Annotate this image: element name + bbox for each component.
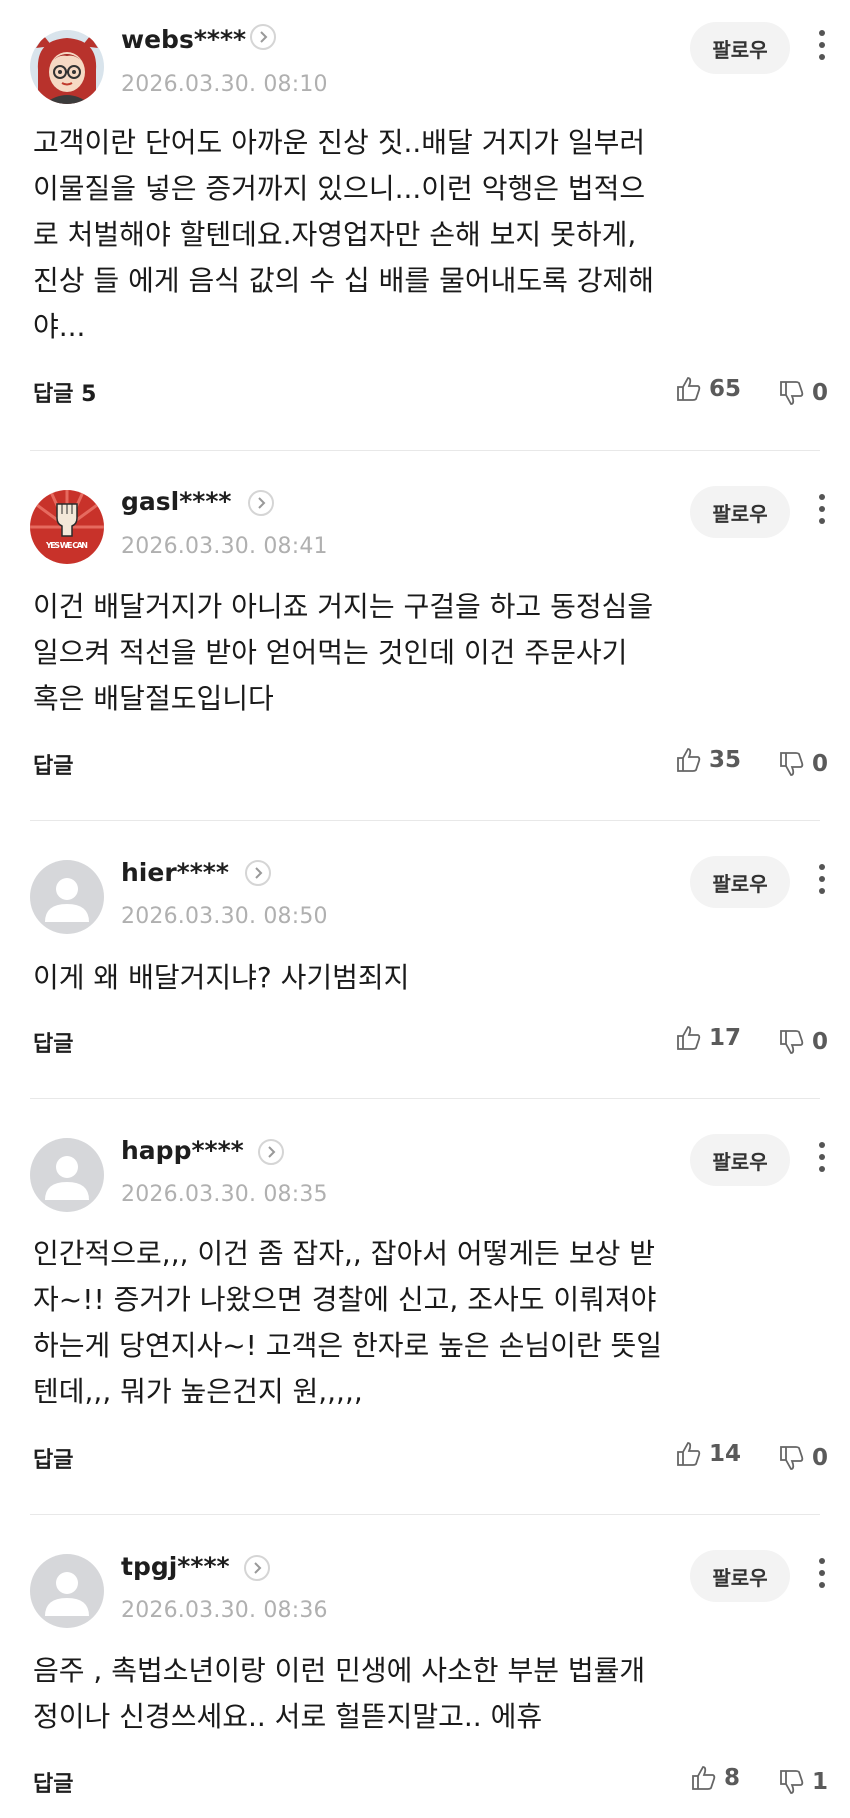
thumbs-up-icon bbox=[677, 377, 701, 401]
username[interactable]: gasl**** bbox=[121, 487, 232, 516]
thumbs-down-icon bbox=[780, 752, 804, 776]
like-button[interactable]: 8 bbox=[690, 1763, 740, 1793]
dislike-button[interactable]: 0 bbox=[778, 378, 828, 408]
reply-button[interactable]: 답글 bbox=[33, 748, 73, 780]
dislike-count: 1 bbox=[812, 1769, 829, 1795]
character-icon bbox=[30, 30, 104, 104]
comment-text: 이건 배달거지가 아니죠 거지는 구걸을 하고 동정심을 일으켜 적선을 받아 … bbox=[33, 590, 654, 715]
more-options-icon[interactable] bbox=[815, 864, 829, 904]
dislike-button[interactable]: 0 bbox=[778, 1027, 828, 1057]
thumbs-up-icon bbox=[677, 748, 701, 772]
chevron-right-icon[interactable] bbox=[258, 1139, 284, 1165]
avatar-text: YES WE CAN bbox=[45, 541, 88, 550]
default-user-icon bbox=[30, 860, 104, 934]
chevron-right-icon[interactable] bbox=[250, 24, 276, 50]
like-count: 14 bbox=[709, 1441, 742, 1467]
dislike-count: 0 bbox=[812, 1445, 829, 1471]
more-options-icon[interactable] bbox=[815, 494, 829, 534]
chevron-right-icon[interactable] bbox=[245, 860, 271, 886]
thumbs-down-icon bbox=[780, 1030, 804, 1054]
fist-icon: YES WE CAN bbox=[30, 490, 104, 564]
comment-text: 고객이란 단어도 아까운 진상 짓..배달 거지가 일부러 이물질을 넣은 증거… bbox=[33, 126, 655, 343]
comment-date: 2026.03.30. 08:35 bbox=[121, 1182, 328, 1207]
chevron-right-icon[interactable] bbox=[244, 1555, 270, 1581]
divider bbox=[30, 450, 820, 451]
like-button[interactable]: 14 bbox=[675, 1439, 741, 1469]
thumbs-up-icon bbox=[677, 1026, 701, 1050]
comment-date: 2026.03.30. 08:36 bbox=[121, 1598, 328, 1623]
reply-button[interactable]: 답글 bbox=[33, 1026, 73, 1058]
avatar[interactable] bbox=[30, 1554, 104, 1628]
like-button[interactable]: 17 bbox=[675, 1023, 741, 1053]
divider bbox=[30, 820, 820, 821]
default-user-icon bbox=[30, 1554, 104, 1628]
thumbs-down-icon bbox=[780, 1446, 804, 1470]
divider bbox=[30, 1514, 820, 1515]
username[interactable]: happ**** bbox=[121, 1136, 244, 1165]
like-count: 8 bbox=[724, 1765, 741, 1791]
avatar[interactable]: YES WE CAN bbox=[30, 490, 104, 564]
dislike-count: 0 bbox=[812, 751, 829, 777]
like-count: 65 bbox=[709, 376, 742, 402]
dislike-count: 0 bbox=[812, 380, 829, 406]
follow-button[interactable]: 팔로우 bbox=[690, 1550, 790, 1602]
comment-date: 2026.03.30. 08:10 bbox=[121, 72, 328, 97]
avatar[interactable] bbox=[30, 30, 104, 104]
chevron-right-icon[interactable] bbox=[248, 490, 274, 516]
comment-date: 2026.03.30. 08:41 bbox=[121, 534, 328, 559]
follow-button[interactable]: 팔로우 bbox=[690, 1134, 790, 1186]
username[interactable]: tpgj**** bbox=[121, 1552, 230, 1581]
divider bbox=[30, 1098, 820, 1099]
follow-button[interactable]: 팔로우 bbox=[690, 22, 790, 74]
avatar[interactable] bbox=[30, 1138, 104, 1212]
avatar[interactable] bbox=[30, 860, 104, 934]
thumbs-down-icon bbox=[780, 381, 804, 405]
thumbs-up-icon bbox=[677, 1442, 701, 1466]
comment-text: 이게 왜 배달거지냐? 사기범죄지 bbox=[33, 961, 410, 994]
dislike-count: 0 bbox=[812, 1029, 829, 1055]
like-count: 17 bbox=[709, 1025, 742, 1051]
username[interactable]: webs**** bbox=[121, 25, 246, 54]
reply-button[interactable]: 답글 bbox=[33, 1766, 73, 1798]
like-button[interactable]: 65 bbox=[675, 374, 741, 404]
follow-button[interactable]: 팔로우 bbox=[690, 856, 790, 908]
like-count: 35 bbox=[709, 747, 742, 773]
comment-text: 음주 , 촉법소년이랑 이런 민생에 사소한 부분 법률개 정이나 신경쓰세요.… bbox=[33, 1654, 646, 1733]
like-button[interactable]: 35 bbox=[675, 745, 741, 775]
comment-text: 인간적으로,,, 이건 좀 잡자,, 잡아서 어떻게든 보상 받 자~!! 증거… bbox=[33, 1237, 663, 1408]
default-user-icon bbox=[30, 1138, 104, 1212]
more-options-icon[interactable] bbox=[815, 1142, 829, 1182]
reply-button[interactable]: 답글 5 bbox=[33, 376, 96, 408]
dislike-button[interactable]: 1 bbox=[778, 1767, 828, 1797]
thumbs-down-icon bbox=[780, 1770, 804, 1794]
follow-button[interactable]: 팔로우 bbox=[690, 486, 790, 538]
more-options-icon[interactable] bbox=[815, 30, 829, 70]
more-options-icon[interactable] bbox=[815, 1558, 829, 1598]
dislike-button[interactable]: 0 bbox=[778, 749, 828, 779]
username[interactable]: hier**** bbox=[121, 858, 229, 887]
comment-date: 2026.03.30. 08:50 bbox=[121, 904, 328, 929]
thumbs-up-icon bbox=[692, 1766, 716, 1790]
dislike-button[interactable]: 0 bbox=[778, 1443, 828, 1473]
reply-button[interactable]: 답글 bbox=[33, 1442, 73, 1474]
